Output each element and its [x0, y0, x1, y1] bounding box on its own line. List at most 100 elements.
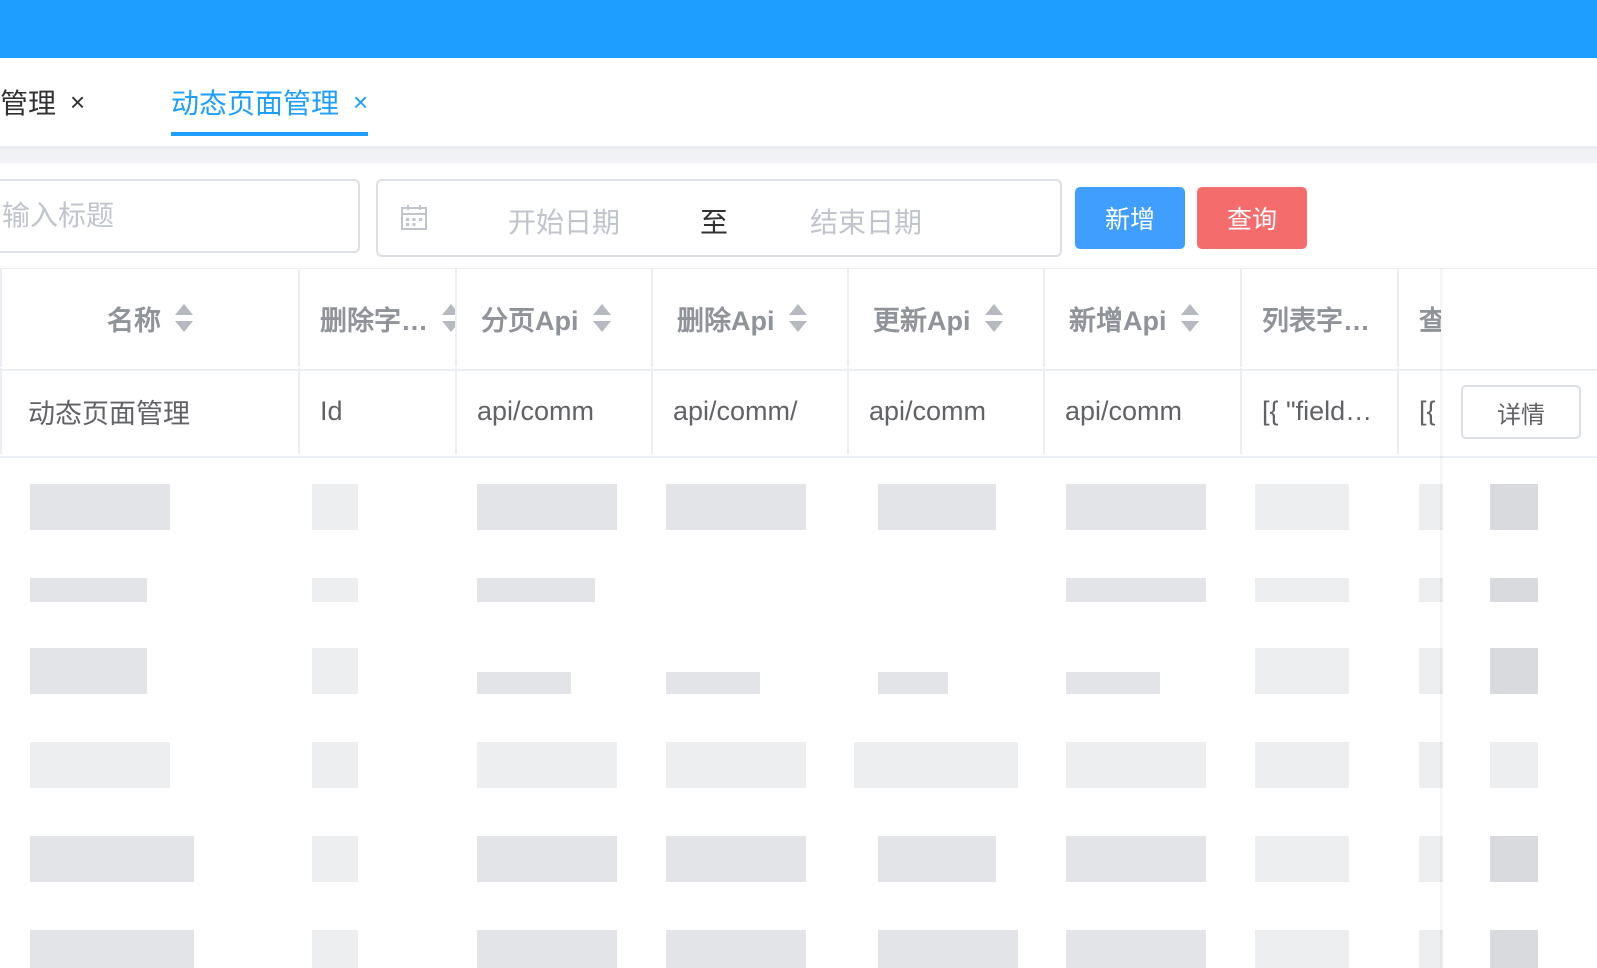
redacted-block: [477, 484, 617, 530]
query-button[interactable]: 查询: [1197, 187, 1307, 249]
redacted-block: [1490, 930, 1538, 968]
close-icon[interactable]: ×: [353, 87, 368, 118]
date-range-picker[interactable]: 开始日期 至 结束日期: [376, 179, 1062, 257]
redacted-block: [878, 672, 948, 694]
redacted-block: [477, 836, 617, 882]
cell-name: 动态页面管理: [0, 368, 300, 454]
content-gap: [0, 149, 1597, 163]
redacted-block: [30, 930, 194, 968]
search-toolbar: 开始日期 至 结束日期 新增 查询: [0, 163, 1597, 268]
cell-update-api: api/comm: [849, 368, 1045, 454]
redacted-block: [477, 742, 617, 788]
tab-management[interactable]: 管理 ×: [0, 58, 85, 146]
redacted-block: [312, 836, 358, 882]
redacted-block: [878, 836, 996, 882]
redacted-block: [477, 578, 595, 602]
redacted-block: [477, 930, 617, 968]
header-label: 更新Api: [873, 305, 971, 336]
header-label: 查: [1419, 305, 1441, 336]
redacted-block: [854, 742, 1018, 788]
column-header-query[interactable]: 查: [1399, 269, 1441, 367]
redacted-block: [1255, 742, 1349, 788]
tab-dynamic-page-management[interactable]: 动态页面管理 ×: [171, 58, 369, 146]
redacted-block: [30, 578, 147, 602]
redacted-block: [30, 836, 194, 882]
data-table: 名称 删除字… 分页Api 删除Api 更新Api 新增Api 列表字… 查 动…: [0, 268, 1597, 968]
redacted-block: [666, 672, 760, 694]
column-header-delete-field[interactable]: 删除字…: [300, 269, 457, 367]
sort-icon[interactable]: [592, 304, 611, 332]
redacted-block: [1255, 836, 1349, 882]
redacted-block: [312, 930, 358, 968]
cell-list-field: [{ "field…: [1242, 368, 1399, 454]
redacted-block: [666, 484, 806, 530]
redacted-block: [666, 930, 806, 968]
cell-query-field: [{: [1419, 395, 1436, 426]
fixed-column-shadow: [1440, 268, 1444, 968]
redacted-block: [1255, 484, 1349, 530]
column-header-update-api[interactable]: 更新Api: [849, 269, 1045, 367]
header-label: 删除Api: [677, 305, 775, 336]
sort-icon[interactable]: [1180, 304, 1199, 332]
redacted-block: [1255, 648, 1349, 694]
sort-icon[interactable]: [984, 304, 1003, 332]
redacted-block: [1066, 742, 1206, 788]
cell-delete-field: Id: [300, 368, 457, 454]
table-row: 动态页面管理 Id api/comm api/comm/ api/comm ap…: [0, 368, 1597, 458]
start-date-input[interactable]: 开始日期: [508, 201, 620, 241]
redacted-block: [30, 484, 170, 530]
redacted-block: [1066, 672, 1160, 694]
header-label: 删除字…: [320, 305, 428, 336]
header-label: 列表字…: [1262, 305, 1370, 336]
cell-page-api: api/comm: [457, 368, 653, 454]
sort-icon[interactable]: [442, 304, 455, 332]
title-search-input[interactable]: [0, 179, 360, 253]
cell-delete-api: api/comm/: [653, 368, 849, 454]
header-label: 分页Api: [481, 305, 579, 336]
redacted-block: [1255, 930, 1349, 968]
redacted-block: [312, 648, 358, 694]
tab-label: 动态页面管理: [171, 88, 340, 119]
column-header-name[interactable]: 名称: [0, 269, 300, 367]
add-button[interactable]: 新增: [1075, 187, 1185, 249]
column-header-add-api[interactable]: 新增Api: [1045, 269, 1242, 367]
redacted-block: [1490, 578, 1538, 602]
range-separator: 至: [700, 207, 729, 238]
header-label: 新增Api: [1069, 305, 1167, 336]
header-label: 名称: [107, 305, 161, 336]
column-header-page-api[interactable]: 分页Api: [457, 269, 653, 367]
redacted-block: [30, 648, 147, 694]
redacted-block: [1255, 578, 1349, 602]
tab-label: 管理: [0, 88, 57, 119]
redacted-block: [312, 484, 358, 530]
redacted-block: [878, 930, 1018, 968]
redacted-block: [30, 742, 170, 788]
sort-icon[interactable]: [788, 304, 807, 332]
redacted-block: [1066, 578, 1206, 602]
tab-bar: 管理 × 动态页面管理 ×: [0, 58, 1597, 149]
detail-button[interactable]: 详情: [1461, 385, 1581, 439]
redacted-block: [1066, 836, 1206, 882]
cell-add-api: api/comm: [1045, 368, 1242, 454]
redacted-block: [477, 672, 571, 694]
redacted-block: [666, 742, 806, 788]
redacted-block: [1490, 648, 1538, 694]
sort-icon[interactable]: [175, 304, 193, 332]
redacted-block: [312, 578, 358, 602]
table-header-row: 名称 删除字… 分页Api 删除Api 更新Api 新增Api 列表字… 查: [0, 268, 1597, 371]
redacted-block: [878, 484, 996, 530]
column-header-list-field[interactable]: 列表字…: [1242, 269, 1399, 367]
calendar-icon: [401, 205, 427, 230]
top-header-bar: [0, 0, 1597, 58]
redacted-block: [312, 742, 358, 788]
blurred-rows: [0, 458, 1597, 968]
redacted-block: [666, 836, 806, 882]
column-header-delete-api[interactable]: 删除Api: [653, 269, 849, 367]
redacted-block: [1066, 484, 1206, 530]
redacted-block: [1490, 742, 1538, 788]
close-icon[interactable]: ×: [70, 87, 85, 118]
end-date-input[interactable]: 结束日期: [810, 201, 922, 241]
redacted-block: [1490, 836, 1538, 882]
redacted-block: [1066, 930, 1206, 968]
redacted-block: [1490, 484, 1538, 530]
